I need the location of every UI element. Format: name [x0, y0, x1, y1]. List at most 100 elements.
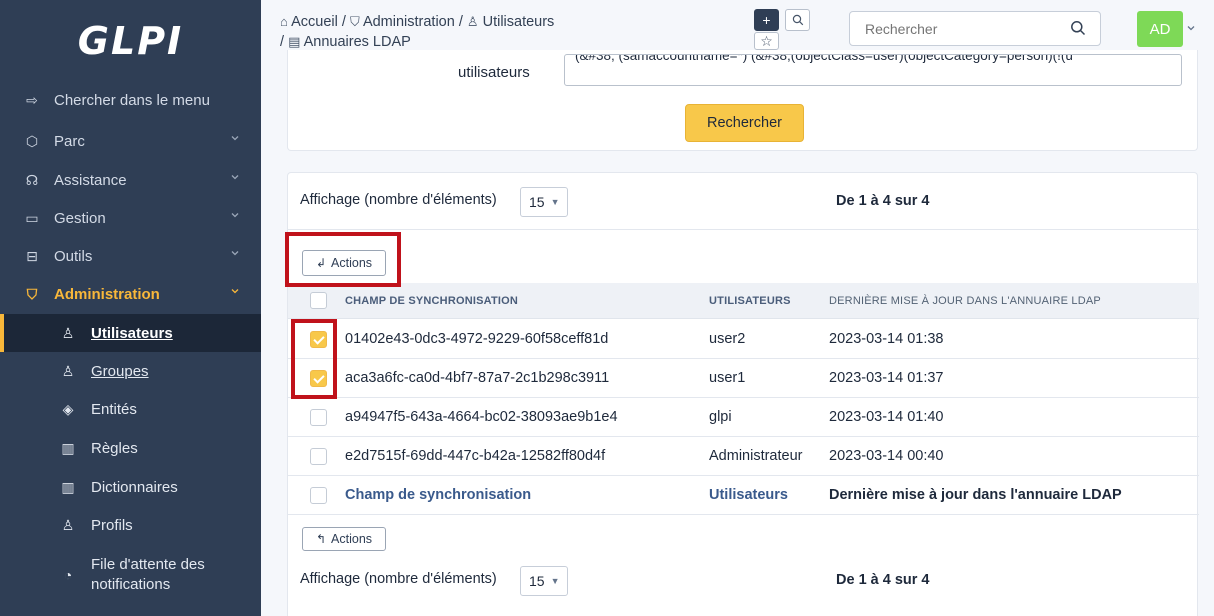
- shield-icon: ⛉: [349, 14, 360, 29]
- add-button[interactable]: +: [754, 9, 779, 31]
- user-cell: Administrateur: [709, 448, 803, 464]
- user-icon: ♙: [466, 14, 479, 29]
- address-book-icon: ▤: [288, 34, 301, 49]
- ldap-filter-field[interactable]: (&#38; (samaccountname=*) (&#38;(objectC…: [564, 54, 1182, 86]
- menu-item-gestion[interactable]: ▭ Gestion: [0, 199, 261, 237]
- annotation-box-actions: [285, 232, 401, 287]
- sidebar-item-label: File d'attente des notifications: [91, 556, 205, 593]
- global-search: [849, 11, 1101, 46]
- user-cell: glpi: [709, 409, 732, 425]
- pager-count: De 1 à 4 sur 4: [836, 572, 930, 588]
- menu-item-label: Administration: [54, 285, 160, 303]
- sidebar-item-label: Entités: [91, 400, 137, 418]
- menu-item-outils[interactable]: ⊟ Outils: [0, 237, 261, 275]
- menu-item-parc[interactable]: ⬡ Parc: [0, 122, 261, 160]
- search-button[interactable]: [785, 9, 810, 31]
- breadcrumb-ldap-link[interactable]: Annuaires LDAP: [304, 34, 411, 50]
- breadcrumb-home-link[interactable]: Accueil: [291, 14, 338, 30]
- sidebar-item-dictionnaires[interactable]: ▥ Dictionnaires: [0, 468, 261, 506]
- sync-field-cell: e2d7515f-69dd-447c-b42a-12582ff80d4f: [345, 448, 606, 464]
- sidebar-item-label: Groupes: [91, 362, 149, 380]
- box-icon: ⬡: [25, 132, 39, 149]
- footer-users-link[interactable]: Utilisateurs: [709, 487, 788, 503]
- ldap-users-list: Affichage (nombre d'éléments) 15 ▼ De 1 à…: [287, 172, 1199, 616]
- ldap-filter-card: utilisateurs (&#38; (samaccountname=*) (…: [287, 50, 1198, 151]
- page-size-select-bottom[interactable]: 15 ▼: [520, 566, 568, 596]
- user-cell: user1: [709, 370, 746, 386]
- headset-icon: ☊: [25, 171, 39, 188]
- menu-item-label: Assistance: [54, 171, 127, 189]
- bell-icon: ◔: [63, 567, 73, 583]
- sidebar-item-entites[interactable]: ◈ Entités: [0, 390, 261, 428]
- page-size-select[interactable]: 15 ▼: [520, 187, 568, 217]
- footer-updated-label: Dernière mise à jour dans l'annuaire LDA…: [829, 487, 1122, 503]
- bookmark-button[interactable]: ☆: [754, 32, 779, 50]
- sidebar-item-label: Profils: [91, 516, 133, 534]
- users-icon: ♙: [61, 362, 75, 379]
- sidebar-item-regles[interactable]: ▥ Règles: [0, 429, 261, 467]
- breadcrumb-separator: /: [458, 14, 463, 30]
- menu-item-label: Outils: [54, 247, 93, 265]
- chevron-down-icon: [231, 136, 239, 141]
- chevron-down-icon: [231, 213, 239, 218]
- search-input[interactable]: [850, 12, 1050, 45]
- pager-top: Affichage (nombre d'éléments) 15 ▼ De 1 à…: [288, 173, 1199, 229]
- sync-field-cell: a94947f5-643a-4664-bc02-38093ae9b1e4: [345, 409, 618, 425]
- chevron-down-icon: [231, 251, 239, 256]
- glpi-logo[interactable]: GLPI: [0, 0, 261, 82]
- avatar[interactable]: AD: [1137, 11, 1183, 47]
- sidebar-item-groupes[interactable]: ♙ Groupes: [0, 352, 261, 390]
- breadcrumb-administration-link[interactable]: Administration: [363, 14, 455, 30]
- sidebar: GLPI ⇨ Chercher dans le menu ⬡ Parc ☊ As…: [0, 0, 261, 616]
- caret-down-icon: ▼: [550, 197, 560, 207]
- breadcrumb-separator: /: [341, 14, 346, 30]
- menu-search-link[interactable]: ⇨ Chercher dans le menu: [0, 81, 261, 119]
- search-submit-button[interactable]: Rechercher: [685, 104, 804, 142]
- menu-item-label: Parc: [54, 132, 85, 150]
- table-footer: Champ de synchronisation Utilisateurs De…: [288, 476, 1199, 515]
- user-check-icon: ♙: [61, 516, 75, 533]
- updated-cell: 2023-03-14 00:40: [829, 448, 944, 464]
- column-header-updated[interactable]: DERNIÈRE MISE À JOUR DANS L'ANNUAIRE LDA…: [829, 295, 1101, 307]
- chevron-down-icon: [231, 175, 239, 180]
- column-header-sync[interactable]: CHAMP DE SYNCHRONISATION: [345, 295, 518, 307]
- menu-item-label: Gestion: [54, 209, 106, 227]
- table-row: a94947f5-643a-4664-bc02-38093ae9b1e4 glp…: [288, 398, 1199, 437]
- sidebar-item-label: Utilisateurs: [91, 324, 173, 342]
- search-icon[interactable]: [1070, 20, 1086, 36]
- updated-cell: 2023-03-14 01:40: [829, 409, 944, 425]
- briefcase-icon: ⊟: [26, 247, 38, 264]
- select-all-checkbox-footer[interactable]: [310, 487, 327, 504]
- row-checkbox[interactable]: [310, 409, 327, 426]
- corner-up-left-icon: ↰: [315, 532, 327, 546]
- row-checkbox[interactable]: [310, 448, 327, 465]
- user-cell: user2: [709, 331, 746, 347]
- caret-down-icon: ▼: [550, 576, 560, 586]
- updated-cell: 2023-03-14 01:38: [829, 331, 944, 347]
- sync-field-cell: 01402e43-0dc3-4972-9229-60f58ceff81d: [345, 331, 609, 347]
- menu-item-assistance[interactable]: ☊ Assistance: [0, 161, 261, 199]
- actions-button-bottom[interactable]: ↰ Actions: [302, 527, 386, 551]
- page-size-value: 15: [529, 194, 545, 210]
- footer-sync-link[interactable]: Champ de synchronisation: [345, 487, 531, 503]
- pager-count: De 1 à 4 sur 4: [836, 193, 930, 209]
- filter-label: utilisateurs: [458, 64, 530, 81]
- annotation-box-checkboxes: [291, 319, 337, 399]
- table-header: CHAMP DE SYNCHRONISATION UTILISATEURS DE…: [288, 283, 1199, 319]
- menu-search-label: Chercher dans le menu: [54, 91, 210, 109]
- menu-item-administration[interactable]: ⛉ Administration: [0, 275, 261, 313]
- arrow-right-icon: ⇨: [26, 91, 38, 108]
- book-icon: ▥: [61, 439, 75, 456]
- chevron-down-icon[interactable]: [1187, 24, 1195, 32]
- pager-bottom: Affichage (nombre d'éléments) 15 ▼ De 1 à…: [288, 559, 1199, 615]
- sidebar-item-profils[interactable]: ♙ Profils: [0, 506, 261, 544]
- breadcrumb: ⌂ Accueil / ⛉ Administration / ♙ Utilisa…: [280, 12, 554, 52]
- breadcrumb-users-link[interactable]: Utilisateurs: [483, 14, 555, 30]
- shield-icon: ⛉: [26, 285, 38, 302]
- sidebar-item-notifications-queue[interactable]: ◔ File d'attente des notifications: [0, 550, 261, 600]
- table-row: aca3a6fc-ca0d-4bf7-87a7-2c1b298c3911 use…: [288, 359, 1199, 398]
- sidebar-item-utilisateurs[interactable]: ♙ Utilisateurs: [0, 314, 261, 352]
- wallet-icon: ▭: [25, 209, 39, 226]
- column-header-users[interactable]: UTILISATEURS: [709, 295, 791, 307]
- select-all-checkbox[interactable]: [310, 292, 327, 309]
